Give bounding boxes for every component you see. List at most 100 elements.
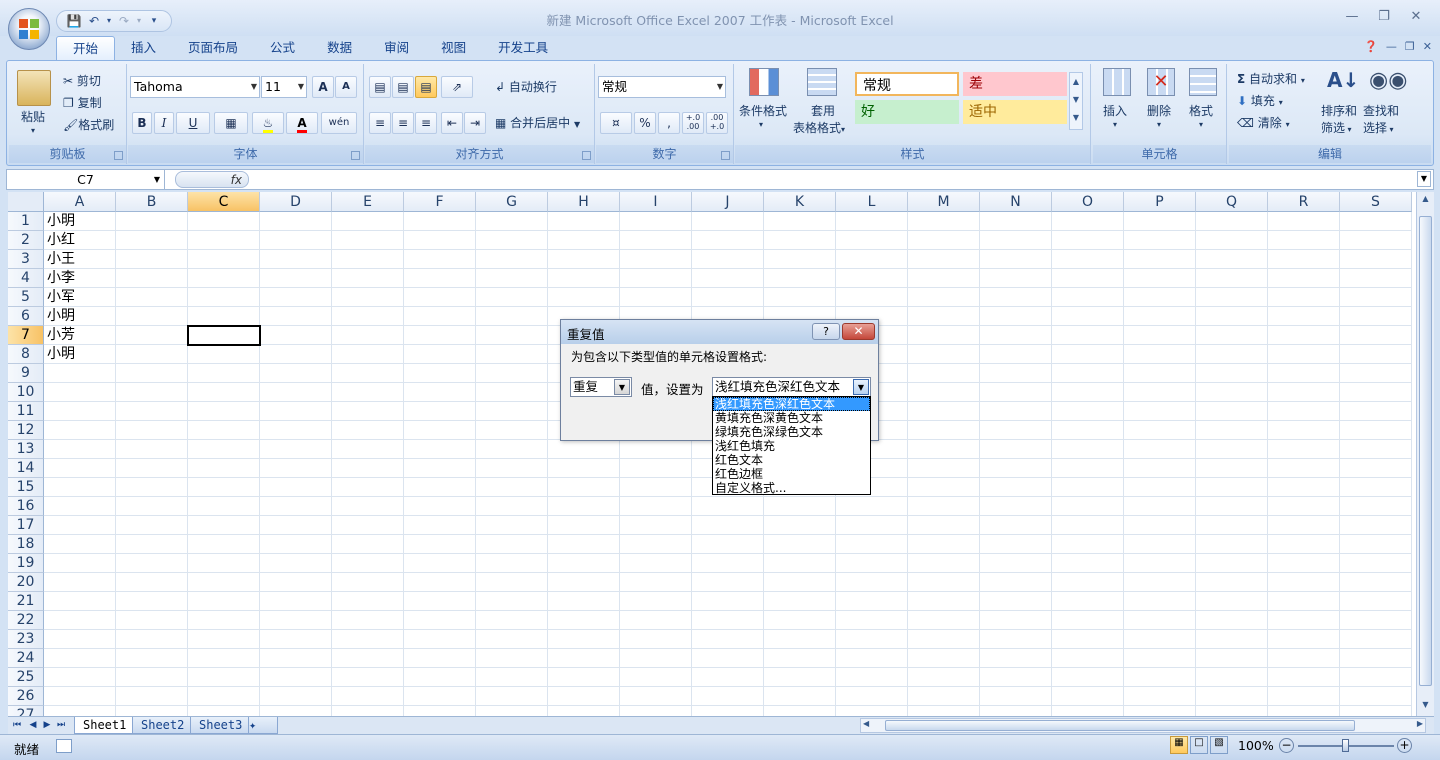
cell[interactable]	[1052, 383, 1124, 402]
wrap-text-button[interactable]: ↲ 自动换行	[495, 78, 557, 95]
cell[interactable]	[1124, 269, 1196, 288]
help-icon[interactable]: ❓	[1364, 40, 1378, 53]
cell[interactable]	[836, 706, 908, 716]
cell[interactable]	[980, 706, 1052, 716]
dialog-title-bar[interactable]: 重复值 ? ✕	[561, 320, 878, 344]
column-header[interactable]: C	[188, 192, 260, 212]
cell[interactable]	[332, 687, 404, 706]
cell[interactable]	[188, 497, 260, 516]
cell[interactable]	[1052, 535, 1124, 554]
cell[interactable]	[1268, 478, 1340, 497]
cell[interactable]	[1340, 535, 1412, 554]
cell[interactable]	[44, 554, 116, 573]
cell[interactable]	[260, 212, 332, 231]
cell[interactable]	[1196, 421, 1268, 440]
cell[interactable]	[1268, 212, 1340, 231]
cell[interactable]	[404, 630, 476, 649]
paste-icon[interactable]	[17, 70, 51, 106]
font-color-button[interactable]: A	[286, 112, 318, 134]
cell[interactable]	[332, 592, 404, 611]
cell[interactable]	[44, 535, 116, 554]
cell[interactable]	[116, 383, 188, 402]
cell[interactable]	[1268, 250, 1340, 269]
cell[interactable]	[908, 288, 980, 307]
cell[interactable]	[692, 573, 764, 592]
cell[interactable]	[260, 250, 332, 269]
cell[interactable]	[260, 478, 332, 497]
cell[interactable]	[332, 288, 404, 307]
align-right-button[interactable]: ≡	[415, 112, 437, 134]
row-header[interactable]: 26	[8, 687, 44, 706]
cell[interactable]	[980, 497, 1052, 516]
sort-filter-button[interactable]: 筛选 ▾	[1321, 119, 1352, 136]
cell[interactable]	[980, 326, 1052, 345]
value-type-dropdown-icon[interactable]: ▼	[614, 379, 630, 395]
cell[interactable]	[1196, 459, 1268, 478]
column-header[interactable]: P	[1124, 192, 1196, 212]
cell[interactable]	[980, 630, 1052, 649]
cell[interactable]	[476, 497, 548, 516]
cell[interactable]	[44, 630, 116, 649]
cell[interactable]	[260, 535, 332, 554]
cell[interactable]	[1340, 573, 1412, 592]
cell[interactable]	[260, 687, 332, 706]
cell[interactable]	[188, 383, 260, 402]
italic-button[interactable]: I	[154, 112, 174, 134]
cell[interactable]	[692, 668, 764, 687]
cell[interactable]	[476, 668, 548, 687]
cell[interactable]	[44, 687, 116, 706]
cell[interactable]	[764, 250, 836, 269]
cell[interactable]	[1052, 668, 1124, 687]
cond-format-dropdown-icon[interactable]: ▾	[759, 120, 763, 129]
insert-sheet-icon[interactable]: ✦	[248, 717, 278, 734]
autosum-button[interactable]: Σ 自动求和 ▾	[1237, 70, 1305, 87]
column-header[interactable]: H	[548, 192, 620, 212]
cell[interactable]	[1052, 288, 1124, 307]
cell[interactable]	[908, 554, 980, 573]
cell[interactable]	[404, 554, 476, 573]
tab-insert[interactable]: 插入	[115, 36, 172, 60]
cell[interactable]	[764, 497, 836, 516]
delete-dropdown-icon[interactable]: ▾	[1157, 120, 1161, 129]
cell[interactable]	[260, 307, 332, 326]
cell[interactable]	[620, 535, 692, 554]
cell[interactable]	[404, 687, 476, 706]
cell[interactable]	[404, 421, 476, 440]
cell[interactable]	[476, 573, 548, 592]
cell[interactable]	[404, 440, 476, 459]
cell[interactable]	[1268, 307, 1340, 326]
cell[interactable]	[1124, 535, 1196, 554]
cell[interactable]	[188, 421, 260, 440]
cell[interactable]	[836, 630, 908, 649]
row-header[interactable]: 1	[8, 212, 44, 231]
cell[interactable]	[260, 516, 332, 535]
cell[interactable]	[692, 649, 764, 668]
conditional-format-button[interactable]: 条件格式	[739, 102, 787, 119]
sheet-tab-3[interactable]: Sheet3	[190, 717, 252, 734]
cell[interactable]	[476, 459, 548, 478]
bold-button[interactable]: B	[132, 112, 152, 134]
cell[interactable]	[764, 592, 836, 611]
cell[interactable]	[1268, 421, 1340, 440]
cell[interactable]	[1268, 231, 1340, 250]
horizontal-scrollbar[interactable]: ◀ ▶	[860, 718, 1426, 733]
cell[interactable]	[548, 687, 620, 706]
cell[interactable]	[1124, 516, 1196, 535]
cell[interactable]	[1340, 497, 1412, 516]
cell[interactable]	[116, 440, 188, 459]
row-header[interactable]: 11	[8, 402, 44, 421]
cell[interactable]	[548, 212, 620, 231]
cell[interactable]	[1340, 307, 1412, 326]
cell[interactable]	[1340, 231, 1412, 250]
cell[interactable]	[692, 611, 764, 630]
cell[interactable]	[260, 402, 332, 421]
cell[interactable]: 小王	[44, 250, 116, 269]
cell[interactable]	[1196, 269, 1268, 288]
cell[interactable]	[1124, 668, 1196, 687]
page-break-view-icon[interactable]: ▧	[1210, 736, 1228, 754]
cell[interactable]	[1052, 250, 1124, 269]
cell[interactable]	[1052, 478, 1124, 497]
cell[interactable]	[188, 554, 260, 573]
cell[interactable]	[980, 212, 1052, 231]
cell[interactable]	[548, 459, 620, 478]
